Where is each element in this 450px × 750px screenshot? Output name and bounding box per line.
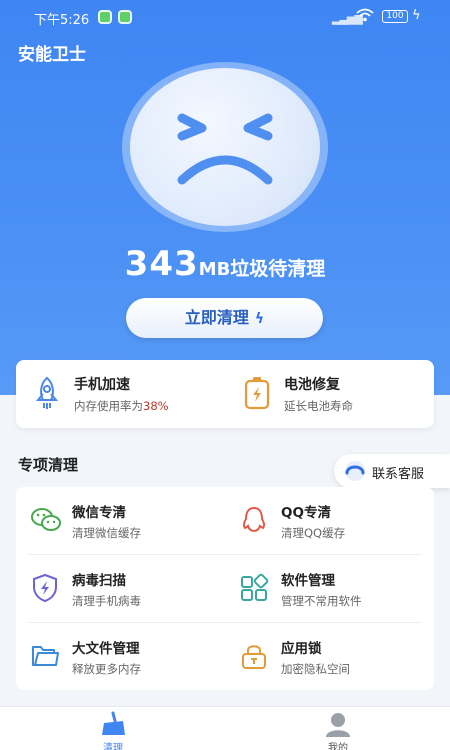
quick-actions-card: 手机加速 内存使用率为38% 电池修复 延长电池寿命 xyxy=(16,360,434,428)
bottom-tab-bar: 清理 我的 xyxy=(0,706,450,750)
feature-title: QQ专清 xyxy=(281,505,331,521)
feature-sub: 清理手机病毒 xyxy=(72,594,141,608)
phone-boost-title: 手机加速 xyxy=(74,377,130,393)
apps-icon xyxy=(239,573,269,603)
charging-icon: ϟ xyxy=(412,8,421,23)
feature-large-files[interactable]: 大文件管理 释放更多内存 xyxy=(16,623,225,690)
feature-title: 大文件管理 xyxy=(72,641,140,657)
feature-sub: 清理QQ缓存 xyxy=(281,526,346,540)
junk-unit: MB xyxy=(198,259,231,280)
feature-sub: 清理微信缓存 xyxy=(72,526,141,540)
memory-usage-label: 内存使用率为 xyxy=(74,399,143,413)
battery-repair-item[interactable]: 电池修复 延长电池寿命 xyxy=(226,360,426,428)
contact-service-label: 联系客服 xyxy=(372,467,425,482)
wifi-icon xyxy=(356,8,374,26)
feature-sub: 加密隐私空间 xyxy=(281,662,350,676)
feature-app-manager[interactable]: 软件管理 管理不常用软件 xyxy=(225,555,434,622)
sad-face-icon xyxy=(130,68,320,226)
junk-amount: 343 xyxy=(124,244,199,284)
user-icon xyxy=(324,711,352,737)
feature-sub: 释放更多内存 xyxy=(72,662,141,676)
feature-wechat[interactable]: 微信专清 清理微信缓存 xyxy=(16,487,225,554)
lock-icon xyxy=(239,641,269,671)
tab-clean-label: 清理 xyxy=(103,743,123,750)
contact-service-button[interactable]: 联系客服 xyxy=(334,454,450,488)
tab-mine-label: 我的 xyxy=(328,743,348,750)
battery-repair-title: 电池修复 xyxy=(284,377,340,393)
app-title: 安能卫士 xyxy=(18,45,86,65)
feature-grid: 微信专清 清理微信缓存 QQ专清 清理QQ缓存 病毒扫描 清理手机病毒 软件管理… xyxy=(16,487,434,690)
lightning-icon: ϟ xyxy=(254,311,265,327)
feature-title: 病毒扫描 xyxy=(72,573,126,589)
status-bar: 下午5:26 ▂▃▅▆ 100 ϟ xyxy=(0,0,450,32)
shield-icon xyxy=(30,573,60,603)
junk-label: 垃圾待清理 xyxy=(230,258,326,280)
battery-repair-sub: 延长电池寿命 xyxy=(284,399,353,413)
status-time: 下午5:26 xyxy=(34,13,90,28)
notification-icon xyxy=(98,10,112,24)
phone-boost-item[interactable]: 手机加速 内存使用率为38% xyxy=(16,360,216,428)
broom-icon xyxy=(99,711,127,737)
junk-summary: 343MB垃圾待清理 xyxy=(0,244,450,284)
clean-now-label: 立即清理 xyxy=(184,308,249,327)
battery-icon xyxy=(242,376,272,410)
feature-qq[interactable]: QQ专清 清理QQ缓存 xyxy=(225,487,434,554)
rocket-icon xyxy=(32,376,62,410)
feature-sub: 管理不常用软件 xyxy=(281,594,362,608)
tab-mine[interactable]: 我的 xyxy=(278,707,398,750)
qq-icon xyxy=(239,505,269,535)
feature-title: 微信专清 xyxy=(72,505,126,521)
folder-icon xyxy=(30,641,60,671)
phone-boost-sub: 内存使用率为38% xyxy=(74,398,169,414)
feature-app-lock[interactable]: 应用锁 加密隐私空间 xyxy=(225,623,434,690)
feature-title: 应用锁 xyxy=(281,641,322,657)
battery-status-icon: 100 xyxy=(382,10,408,23)
memory-usage-value: 38% xyxy=(143,399,169,413)
tab-clean[interactable]: 清理 xyxy=(53,707,173,750)
wechat-icon xyxy=(30,505,61,535)
notification-icon xyxy=(118,10,132,24)
feature-virus-scan[interactable]: 病毒扫描 清理手机病毒 xyxy=(16,555,225,622)
clean-now-button[interactable]: 立即清理 ϟ xyxy=(126,298,323,338)
section-title: 专项清理 xyxy=(18,456,79,474)
headset-icon xyxy=(344,460,366,482)
feature-title: 软件管理 xyxy=(281,573,335,589)
